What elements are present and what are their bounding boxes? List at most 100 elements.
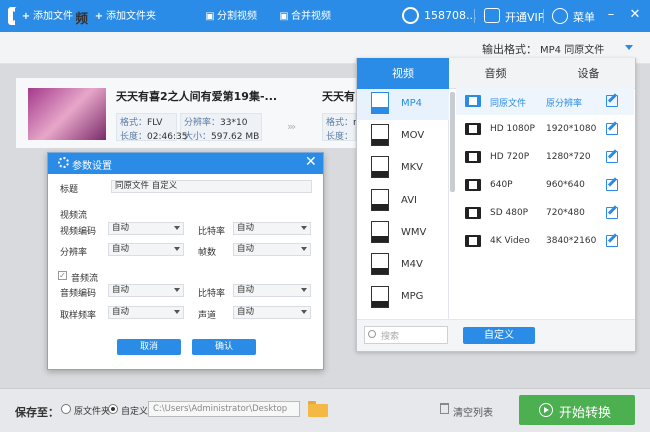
- mkv-file-icon: [371, 156, 389, 178]
- search-placeholder: 搜索: [381, 332, 400, 342]
- format-value: FLV: [147, 118, 163, 128]
- edit-icon[interactable]: [606, 123, 618, 135]
- add-folder-button[interactable]: + 添加文件夹: [88, 7, 160, 26]
- output-duration-label: 长度：: [326, 132, 354, 142]
- channel-value: 自动: [237, 307, 255, 317]
- chevron-down-icon: [301, 288, 307, 292]
- film-icon: [465, 179, 481, 191]
- video-stream-label: 视频流: [60, 211, 88, 221]
- output-path-field[interactable]: C:\Users\Administrator\Desktop: [148, 401, 300, 417]
- add-file-label: 添加文件: [33, 11, 73, 22]
- quality-name: HD 1080P: [490, 124, 535, 134]
- resolution-select[interactable]: 自动: [108, 243, 184, 256]
- custom-folder-label[interactable]: 自定义: [121, 404, 148, 417]
- avi-file-icon: [371, 189, 389, 211]
- quality-name: 同原文件: [490, 99, 527, 109]
- video-codec-select[interactable]: 自动: [108, 222, 184, 235]
- folder-icon[interactable]: [308, 401, 328, 417]
- channel-select[interactable]: 自动: [233, 306, 311, 319]
- add-file-button[interactable]: + 添加文件: [15, 7, 76, 26]
- fps-select[interactable]: 自动: [233, 243, 311, 256]
- quality-resolution: 3840*2160: [546, 236, 597, 246]
- sample-rate-value: 自动: [112, 307, 130, 317]
- fps-value: 自动: [237, 244, 255, 254]
- quality-resolution: 1920*1080: [546, 124, 597, 134]
- chevron-down-icon: [301, 310, 307, 314]
- bitrate-select[interactable]: 自动: [233, 222, 311, 235]
- output-format-select[interactable]: MP4 同原文件: [540, 41, 604, 56]
- mov-file-icon: [371, 124, 389, 146]
- minimize-icon[interactable]: –: [604, 8, 618, 22]
- chevron-down-icon: [174, 310, 180, 314]
- clear-list-button[interactable]: 清空列表: [453, 404, 493, 419]
- quality-name: 640P: [490, 180, 513, 190]
- format-label-wmv: WMV: [401, 227, 427, 238]
- save-to-label: 保存至：: [15, 406, 59, 419]
- format-label-mkv: MKV: [401, 162, 424, 173]
- merge-video-button[interactable]: ▣ 合并视频: [273, 7, 334, 26]
- format-label: 格式：: [120, 118, 148, 128]
- video-codec-value: 自动: [112, 223, 130, 233]
- chevron-down-icon: [301, 247, 307, 251]
- film-icon: [465, 235, 481, 247]
- resolution-value: 自动: [112, 244, 130, 254]
- format-list-scrollbar[interactable]: [450, 92, 455, 192]
- original-folder-radio[interactable]: [61, 404, 71, 414]
- chevron-down-icon: [301, 226, 307, 230]
- format-label-mov: MOV: [401, 130, 425, 141]
- close-icon[interactable]: ✕: [628, 8, 642, 22]
- close-icon[interactable]: ✕: [305, 155, 317, 170]
- audio-stream-checkbox[interactable]: ✓: [58, 271, 67, 280]
- output-file-name: 天天有: [322, 90, 355, 103]
- vip-icon[interactable]: [484, 8, 500, 23]
- vip-link[interactable]: 开通VIP: [505, 9, 544, 25]
- quality-resolution: 960*640: [546, 180, 585, 190]
- format-label-m4v: M4V: [401, 259, 423, 270]
- format-search-input[interactable]: [364, 326, 448, 344]
- edit-icon[interactable]: [606, 179, 618, 191]
- size-value: 597.62 MB: [211, 132, 260, 142]
- split-video-button[interactable]: ▣ 分割视频: [199, 7, 260, 26]
- film-icon: [465, 151, 481, 163]
- quality-name: SD 480P: [490, 208, 529, 218]
- quality-resolution: 720*480: [546, 208, 585, 218]
- edit-icon[interactable]: [606, 235, 618, 247]
- menu-button[interactable]: 菜单: [573, 9, 595, 25]
- chevron-down-icon: [174, 288, 180, 292]
- original-folder-label[interactable]: 原文件夹: [74, 404, 110, 417]
- confirm-button[interactable]: 确认: [192, 339, 256, 355]
- custom-folder-radio[interactable]: [108, 404, 118, 414]
- mpg-file-icon: [371, 286, 389, 308]
- cancel-button[interactable]: 取消: [117, 339, 181, 355]
- title-label: 标题: [60, 185, 79, 195]
- channel-label: 声道: [198, 311, 217, 321]
- film-icon: [465, 95, 481, 107]
- resolution-label: 分辨率：: [184, 118, 221, 128]
- tab-audio[interactable]: 音频: [449, 58, 542, 89]
- quality-name: HD 720P: [490, 152, 530, 162]
- edit-icon[interactable]: [606, 95, 618, 107]
- audio-bitrate-select[interactable]: 自动: [233, 284, 311, 297]
- bitrate-value: 自动: [237, 223, 255, 233]
- plus-icon: +: [21, 11, 31, 22]
- audio-codec-label: 音频编码: [60, 289, 97, 299]
- chevron-down-icon[interactable]: [625, 45, 633, 50]
- sample-rate-select[interactable]: 自动: [108, 306, 184, 319]
- trash-icon[interactable]: [440, 403, 449, 414]
- user-icon[interactable]: [402, 7, 419, 24]
- size-label: 大小：: [184, 132, 212, 142]
- custom-button[interactable]: 自定义: [463, 327, 535, 344]
- fps-label: 帧数: [198, 248, 217, 258]
- menu-icon[interactable]: [552, 8, 568, 24]
- tab-video[interactable]: 视频: [357, 58, 449, 89]
- convert-arrow-icon: ›››: [287, 120, 296, 133]
- divider: [474, 9, 475, 23]
- user-name[interactable]: 158708...: [424, 9, 476, 22]
- edit-icon[interactable]: [606, 151, 618, 163]
- title-input[interactable]: 同原文件 自定义: [111, 180, 312, 193]
- format-label-mp4: MP4: [401, 98, 423, 109]
- wmv-file-icon: [371, 221, 389, 243]
- tab-device[interactable]: 设备: [542, 58, 635, 89]
- audio-codec-select[interactable]: 自动: [108, 284, 184, 297]
- edit-icon[interactable]: [606, 207, 618, 219]
